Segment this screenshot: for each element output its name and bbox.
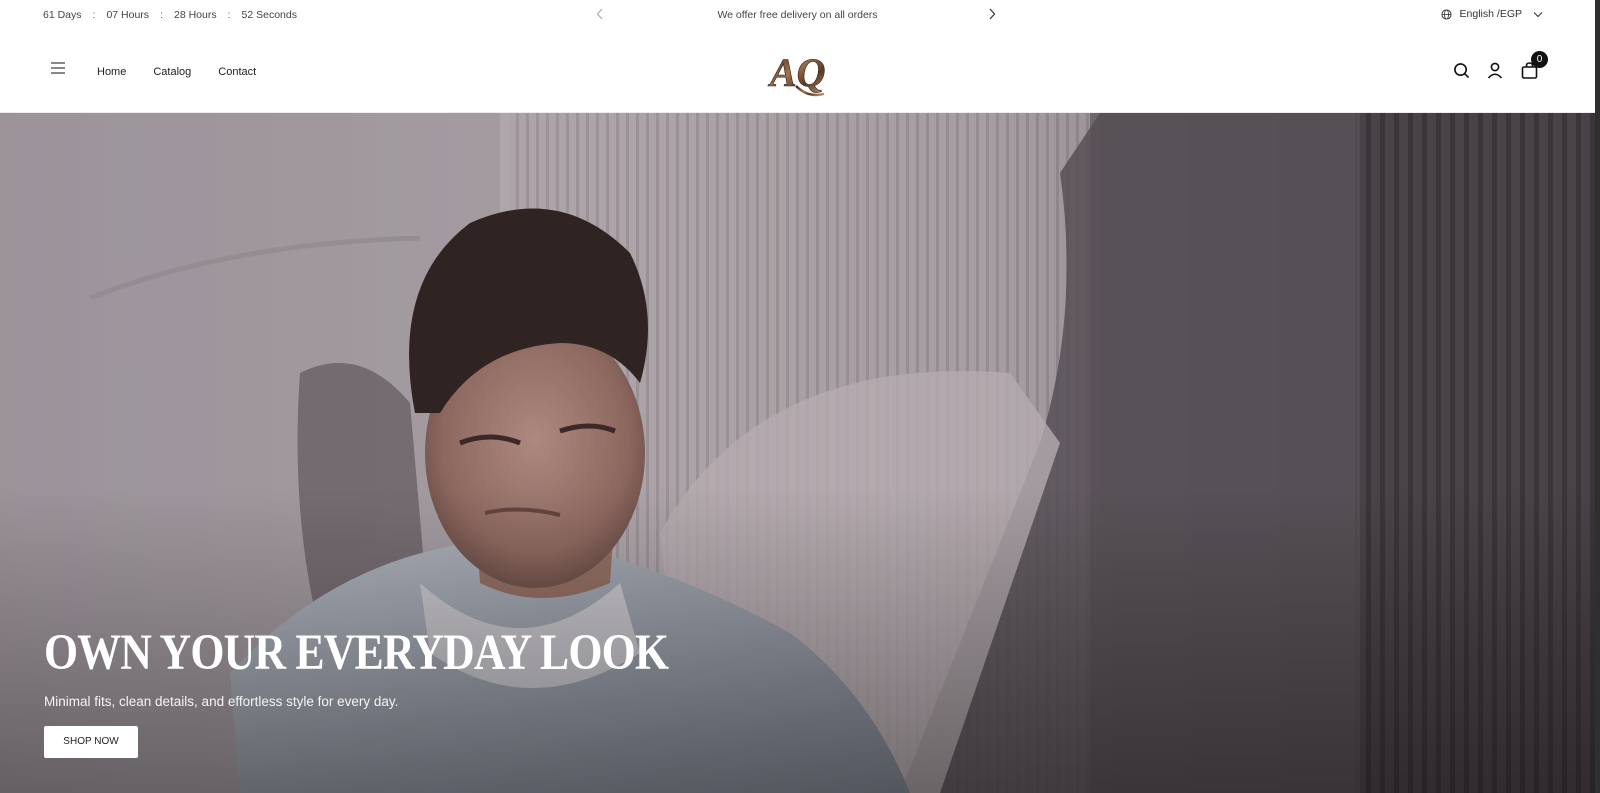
account-button[interactable] xyxy=(1485,60,1505,80)
page: 61 Days : 07 Hours : 28 Hours : 52 Secon… xyxy=(0,0,1595,793)
menu-button[interactable] xyxy=(50,61,68,77)
main-nav: Home Catalog Contact xyxy=(97,66,256,78)
hero-subtitle: Minimal fits, clean details, and effortl… xyxy=(44,694,399,709)
site-header: Home Catalog Contact AQ 0 xyxy=(0,30,1595,113)
brand-logo[interactable]: AQ xyxy=(766,42,828,100)
announcement-next-button[interactable] xyxy=(984,6,1000,22)
nav-home-link[interactable]: Home xyxy=(97,66,126,78)
cart-button[interactable]: 0 xyxy=(1519,51,1548,80)
shop-now-button[interactable]: SHOP NOW xyxy=(44,726,138,758)
nav-contact-link[interactable]: Contact xyxy=(218,66,256,78)
hamburger-icon xyxy=(51,62,65,74)
header-icons: 0 xyxy=(1451,51,1548,80)
announcement-text: We offer free delivery on all orders xyxy=(717,9,878,21)
cart-count-badge: 0 xyxy=(1531,51,1548,68)
aq-logo-icon: AQ xyxy=(767,50,826,97)
hero-title: OWN YOUR EVERYDAY LOOK xyxy=(44,625,669,681)
chevron-left-icon xyxy=(596,8,603,20)
search-button[interactable] xyxy=(1451,60,1471,80)
language-currency-selector[interactable]: English /EGP xyxy=(1441,8,1543,20)
globe-icon xyxy=(1441,8,1452,20)
scrollbar[interactable] xyxy=(1595,0,1600,793)
search-icon xyxy=(1453,62,1469,78)
logo-text: AQ xyxy=(767,50,826,95)
announcement-bar: 61 Days : 07 Hours : 28 Hours : 52 Secon… xyxy=(0,0,1595,30)
user-icon xyxy=(1487,62,1503,79)
chevron-down-icon xyxy=(1533,11,1543,17)
announcement-prev-button[interactable] xyxy=(592,6,608,22)
chevron-right-icon xyxy=(989,8,996,20)
nav-catalog-link[interactable]: Catalog xyxy=(153,66,191,78)
hero-content: OWN YOUR EVERYDAY LOOK Minimal fits, cle… xyxy=(44,628,770,758)
hero-banner: OWN YOUR EVERYDAY LOOK Minimal fits, cle… xyxy=(0,113,1595,793)
language-label: English /EGP xyxy=(1459,8,1522,20)
